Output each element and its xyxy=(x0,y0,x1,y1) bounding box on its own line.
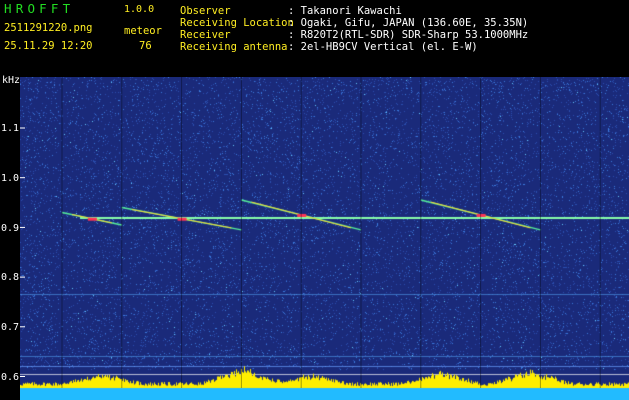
info-value-observer: : Takanori Kawachi xyxy=(288,5,402,17)
mode-label: meteor xyxy=(124,25,162,37)
y-tick-0.6: 0.6 xyxy=(1,372,20,383)
info-value-receiver: : R820T2(RTL-SDR) SDR-Sharp 53.1000MHz xyxy=(288,29,529,41)
y-axis-unit: kHz xyxy=(2,75,21,86)
echo-count: 76 xyxy=(139,40,152,52)
info-value-antenna: : 2el-HB9CV Vertical (el. E-W) xyxy=(288,41,478,53)
info-value-location: : Ogaki, Gifu, JAPAN (136.60E, 35.35N) xyxy=(288,17,529,29)
y-tick-0.9: 0.9 xyxy=(1,223,20,234)
y-tick-0.7: 0.7 xyxy=(1,322,20,333)
waterfall-grid xyxy=(20,77,601,388)
app-title: HROFFT xyxy=(4,1,75,16)
waterfall-plot xyxy=(20,77,629,400)
header-panel: HROFFT 1.0.0 2511291220.png meteor 25.11… xyxy=(0,0,629,76)
info-label-antenna: Receiving antenna xyxy=(180,41,288,53)
y-tick-0.8: 0.8 xyxy=(1,272,20,283)
filename: 2511291220.png xyxy=(4,22,93,34)
info-label-observer: Observer xyxy=(180,5,231,17)
y-tick-1.1: 1.1 xyxy=(1,123,20,134)
app-version: 1.0.0 xyxy=(124,4,155,15)
timestamp: 25.11.29 12:20 xyxy=(4,40,93,52)
info-label-location: Receiving Location xyxy=(180,17,294,29)
info-label-receiver: Receiver xyxy=(180,29,231,41)
y-tick-1.0: 1.0 xyxy=(1,173,20,184)
